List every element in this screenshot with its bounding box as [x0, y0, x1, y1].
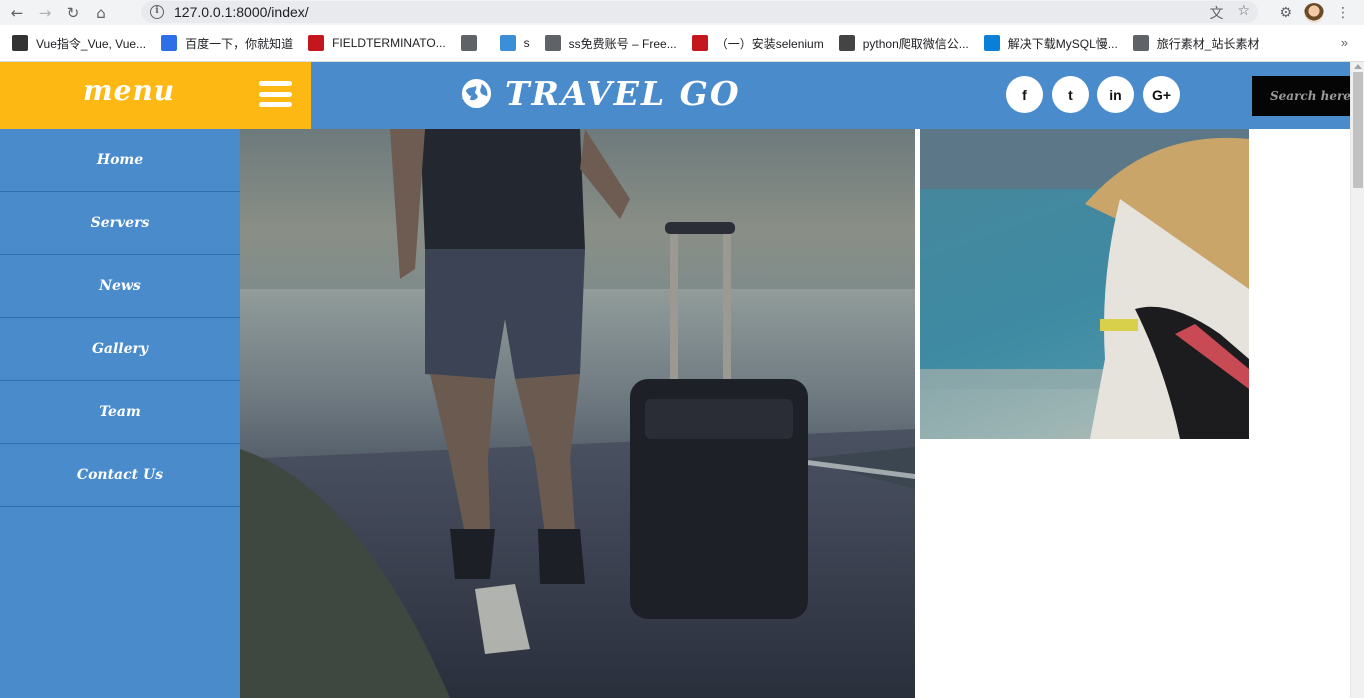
bookmark-item[interactable]: python爬取微信公... [838, 35, 969, 52]
sidebar-item-servers[interactable]: Servers [0, 192, 240, 255]
sidebar-item-contact-us[interactable]: Contact Us [0, 444, 240, 507]
scroll-up-icon[interactable] [1354, 64, 1362, 69]
bookmark-label: 旅行素材_站长素材 [1156, 36, 1260, 51]
back-icon[interactable]: ← [6, 2, 28, 24]
traveler-illustration [240, 129, 915, 698]
bookmark-label: 百度一下，你就知道 [185, 36, 294, 51]
diamond-icon [499, 35, 516, 51]
csdn-icon [308, 35, 325, 51]
bookmark-item[interactable]: （一）安装selenium [691, 35, 824, 52]
bookmark-label: 解决下载MySQL慢... [1007, 36, 1118, 51]
bookmarks-bar: Vue指令_Vue, Vue... 百度一下，你就知道 FIELDTERMINATO… [0, 25, 1364, 62]
splash-icon [691, 35, 708, 51]
travel-logo-icon [460, 78, 492, 109]
extensions-icon[interactable]: ⚙ [1279, 5, 1292, 21]
page-viewport: menu TRAVEL GO f t in G+ Home Servers Ne… [0, 62, 1350, 698]
bookmark-label: FIELDTERMINATO... [332, 36, 446, 50]
baidu-icon [161, 35, 178, 51]
globe-icon [544, 35, 561, 51]
linkedin-icon[interactable]: in [1097, 76, 1134, 113]
browser-toolbar: ← → ↻ ⌂ i 127.0.0.1:8000/index/ 文 ☆ ⚙ ⋮ [0, 0, 1364, 25]
bookmark-label: python爬取微信公... [862, 36, 969, 51]
site-info-icon[interactable]: i [150, 5, 164, 19]
chrome-menu-icon[interactable]: ⋮ [1336, 5, 1350, 21]
reload-icon[interactable]: ↻ [62, 2, 84, 24]
globe-icon [460, 35, 477, 51]
bookmark-item[interactable]: Vue指令_Vue, Vue... [12, 35, 146, 52]
bookmark-item[interactable]: 旅行素材_站长素材 [1132, 35, 1260, 52]
site-header: TRAVEL GO f t in G+ [311, 62, 1350, 129]
bookmark-item[interactable]: 解决下载MySQL慢... [983, 35, 1118, 52]
feather-icon [838, 35, 855, 51]
sidebar-item-home[interactable]: Home [0, 129, 240, 192]
brand-title[interactable]: TRAVEL GO [505, 74, 741, 113]
vue-icon [12, 35, 28, 51]
zhihu-icon [983, 35, 1000, 51]
profile-avatar[interactable] [1304, 2, 1324, 23]
globe-icon [1132, 35, 1149, 51]
url-text[interactable]: 127.0.0.1:8000/index/ [174, 4, 309, 20]
bookmark-star-icon[interactable]: ☆ [1237, 3, 1250, 23]
search-input[interactable] [1252, 76, 1350, 116]
home-icon[interactable]: ⌂ [90, 2, 112, 24]
sidebar-item-gallery[interactable]: Gallery [0, 318, 240, 381]
bookmark-label: ss免费账号 – Free... [568, 36, 677, 51]
sidebar-item-news[interactable]: News [0, 255, 240, 318]
bookmark-item[interactable] [460, 35, 485, 51]
bookmark-label: s [523, 36, 530, 50]
menu-header: menu [0, 62, 311, 129]
facebook-icon[interactable]: f [1006, 76, 1043, 113]
hero-photo-traveler [240, 129, 915, 698]
bookmark-label: （一）安装selenium [715, 36, 824, 51]
bookmark-label: Vue指令_Vue, Vue... [36, 36, 147, 51]
menu-title: menu [83, 74, 176, 107]
page-scrollbar[interactable] [1350, 62, 1364, 698]
scroll-thumb[interactable] [1353, 72, 1363, 188]
address-bar[interactable]: i 127.0.0.1:8000/index/ 文 ☆ [141, 1, 1258, 23]
forward-icon[interactable]: → [34, 2, 56, 24]
sea-photo-woman [920, 129, 1249, 439]
sidebar-item-team[interactable]: Team [0, 381, 240, 444]
hamburger-icon[interactable] [259, 81, 292, 107]
translate-icon[interactable]: 文 [1209, 3, 1223, 23]
bookmark-item[interactable]: s [499, 35, 530, 51]
twitter-icon[interactable]: t [1052, 76, 1089, 113]
google-plus-icon[interactable]: G+ [1143, 76, 1180, 113]
bookmark-item[interactable]: 百度一下，你就知道 [161, 35, 293, 52]
sidebar-nav: Home Servers News Gallery Team Contact U… [0, 129, 240, 698]
bookmarks-overflow-icon[interactable]: » [1341, 35, 1348, 50]
woman-hat-illustration [920, 129, 1249, 439]
bookmark-item[interactable]: FIELDTERMINATO... [308, 35, 446, 51]
bookmark-item[interactable]: ss免费账号 – Free... [544, 35, 677, 52]
